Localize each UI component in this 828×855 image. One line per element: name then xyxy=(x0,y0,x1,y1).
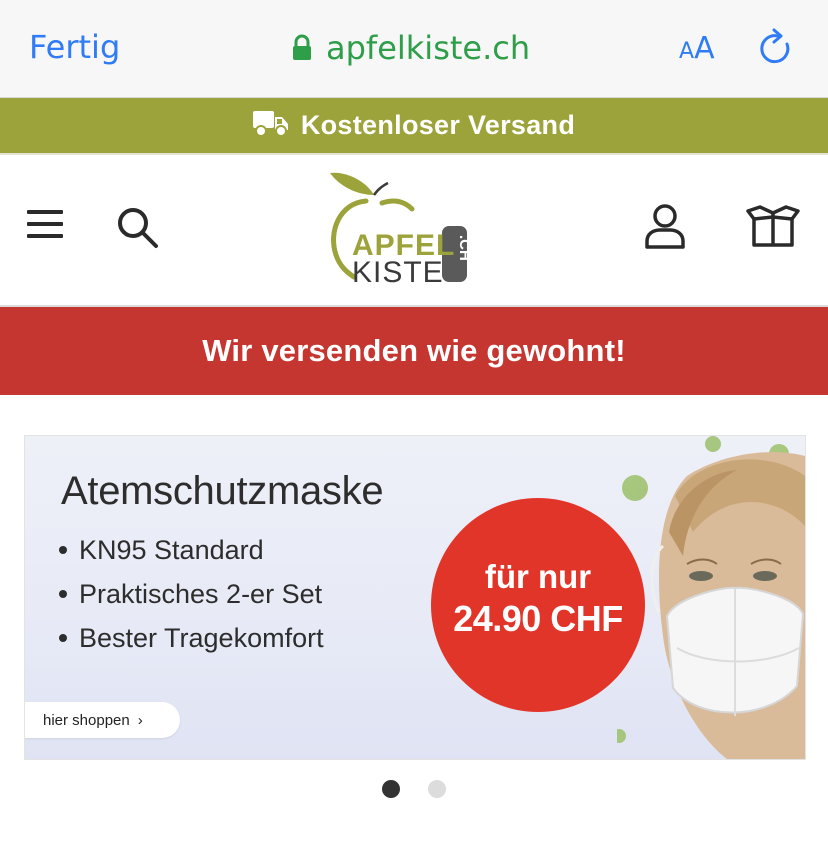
hero-bullet: Praktisches 2-er Set xyxy=(59,572,324,616)
browser-toolbar: Fertig apfelkiste.ch AA xyxy=(0,0,828,98)
hero-bullet: KN95 Standard xyxy=(59,528,324,572)
hero-title: Atemschutzmaske xyxy=(61,469,384,513)
site-header: .CH APFEL KISTE xyxy=(0,155,828,307)
hero-bullet-text: Bester Tragekomfort xyxy=(79,622,324,653)
carousel-dot-active[interactable] xyxy=(382,780,400,798)
bullet-dot-icon xyxy=(59,546,67,554)
price-prefix: für nur xyxy=(484,558,592,595)
reload-icon[interactable] xyxy=(757,28,795,73)
hero-bullet: Bester Tragekomfort xyxy=(59,616,324,660)
shop-now-button[interactable]: hier shoppen › xyxy=(25,702,180,738)
hamburger-menu-icon[interactable] xyxy=(27,209,65,246)
hero-bullet-text: Praktisches 2-er Set xyxy=(79,578,323,609)
chevron-right-icon: › xyxy=(137,711,143,729)
price-badge: für nur 24.90 CHF xyxy=(431,498,645,712)
model-with-mask-image xyxy=(617,436,805,759)
apfelkiste-logo[interactable]: .CH APFEL KISTE xyxy=(326,169,476,289)
shop-now-label: hier shoppen xyxy=(43,711,130,729)
address-bar[interactable]: apfelkiste.ch xyxy=(292,27,530,69)
text-size-big-label: A xyxy=(694,31,715,66)
price-value: 24.90 CHF xyxy=(453,598,623,639)
text-size-small-label: A xyxy=(679,39,695,64)
free-shipping-bar: Kostenloser Versand xyxy=(0,98,828,155)
box-icon[interactable] xyxy=(746,205,800,254)
user-icon[interactable] xyxy=(644,203,686,254)
text-size-button[interactable]: AA xyxy=(679,31,715,66)
hero-banner[interactable]: Atemschutzmaske KN95 Standard Praktische… xyxy=(24,435,806,760)
url-text: apfelkiste.ch xyxy=(326,29,531,67)
bullet-dot-icon xyxy=(59,634,67,642)
done-button[interactable]: Fertig xyxy=(29,28,120,66)
bullet-dot-icon xyxy=(59,590,67,598)
carousel-dot[interactable] xyxy=(428,780,446,798)
free-shipping-text: Kostenloser Versand xyxy=(300,110,576,140)
logo-suffix: .CH xyxy=(456,235,473,261)
carousel-indicators xyxy=(382,780,446,798)
shipping-notice-text: Wir versenden wie gewohnt! xyxy=(202,333,626,368)
hero-bullet-text: KN95 Standard xyxy=(79,534,264,565)
truck-icon xyxy=(252,109,289,142)
search-icon[interactable] xyxy=(116,206,160,255)
lock-icon xyxy=(292,34,312,62)
logo-line2: KISTE xyxy=(352,256,444,284)
hero-bullet-list: KN95 Standard Praktisches 2-er Set Beste… xyxy=(59,528,324,660)
shipping-notice-bar: Wir versenden wie gewohnt! xyxy=(0,307,828,395)
